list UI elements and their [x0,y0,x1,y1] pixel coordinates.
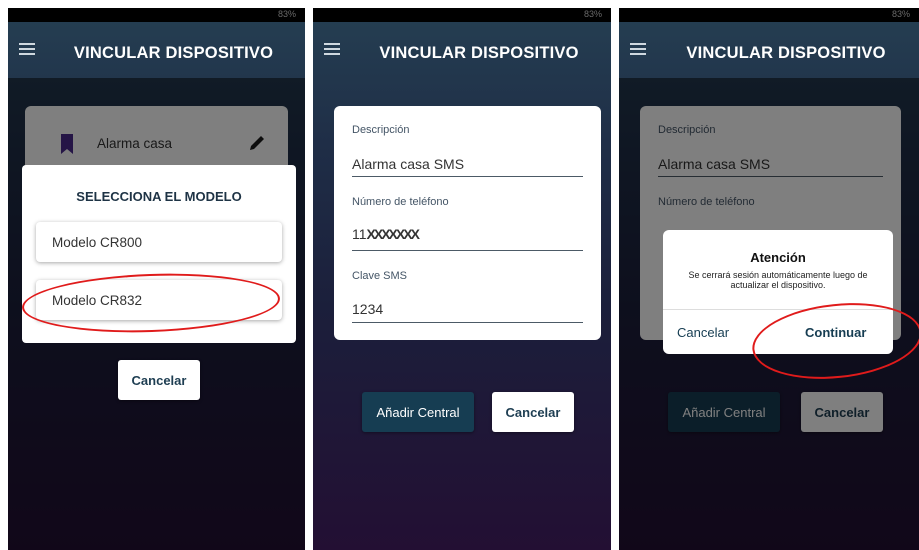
cancel-button[interactable]: Cancelar [118,360,200,400]
description-underline [352,176,583,177]
phone-input[interactable]: 11XXXXXXX [352,226,420,242]
app-bar: VINCULAR DISPOSITIVO [619,22,919,78]
dialog-title: Atención [750,250,806,265]
screen-add-device: 83% VINCULAR DISPOSITIVO Descripción Ala… [313,8,611,550]
page-title: VINCULAR DISPOSITIVO [379,44,579,62]
phone-prefix: 11 [352,226,367,242]
description-input[interactable]: Alarma casa SMS [352,156,464,172]
screen-confirm-update: 83% VINCULAR DISPOSITIVO Descripción Ala… [619,8,919,550]
page-title: VINCULAR DISPOSITIVO [686,44,886,62]
menu-icon[interactable] [630,43,646,55]
dialog-message: Se cerrará sesión automáticamente luego … [688,270,868,290]
dialog-cancel-button[interactable]: Cancelar [677,325,729,340]
menu-icon[interactable] [19,43,35,55]
battery-text: 83% [277,9,296,19]
cancel-button[interactable]: Cancelar [492,392,574,432]
status-bar: 83% [619,8,919,22]
phone-underline [352,250,583,251]
battery-text: 83% [583,9,602,19]
option-cr800[interactable]: Modelo CR800 [36,222,282,262]
sms-key-input[interactable]: 1234 [352,301,383,317]
sms-key-underline [352,322,583,323]
status-bar: 83% [313,8,611,22]
menu-icon[interactable] [324,43,340,55]
device-form: Descripción Alarma casa SMS Número de te… [334,106,601,340]
description-label: Descripción [352,124,410,136]
battery-text: 83% [891,9,910,19]
phone-label: Número de teléfono [352,196,449,208]
status-bar: 83% [8,8,305,22]
screen-select-model: 83% VINCULAR DISPOSITIVO Alarma casa SEL… [8,8,305,550]
page-title: VINCULAR DISPOSITIVO [73,44,274,62]
phone-redacted: XXXXXXX [366,226,420,242]
app-bar: VINCULAR DISPOSITIVO [8,22,305,78]
dialog-title: SELECCIONA EL MODELO [76,189,242,204]
sms-key-label: Clave SMS [352,270,408,282]
add-device-button[interactable]: Añadir Central [362,392,474,432]
app-bar: VINCULAR DISPOSITIVO [313,22,611,78]
